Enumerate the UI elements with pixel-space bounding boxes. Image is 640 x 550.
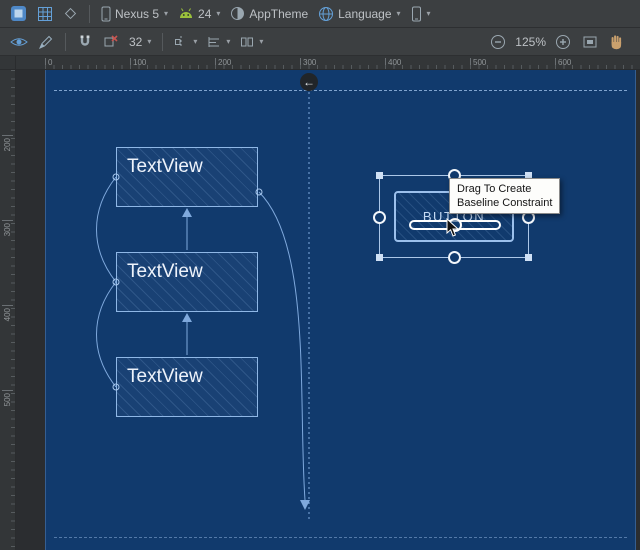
guideline-anchor[interactable]: ← — [300, 73, 318, 91]
toolbar-separator — [89, 4, 90, 23]
textview-label: TextView — [127, 366, 203, 387]
zoom-out-button[interactable] — [486, 31, 510, 53]
fit-screen-icon — [582, 34, 598, 50]
brush-icon — [38, 34, 54, 50]
globe-icon — [318, 6, 334, 22]
tooltip: Drag To Create Baseline Constraint — [449, 178, 561, 214]
language-selector[interactable]: Language ▾ — [314, 3, 404, 25]
textview-label: TextView — [127, 261, 203, 282]
constraint-anchor-bottom[interactable] — [448, 251, 461, 264]
api-level-label: 24 — [198, 6, 212, 21]
device-selector-label: Nexus 5 — [115, 6, 160, 21]
autoconnect-button[interactable] — [73, 31, 97, 53]
align-icon — [207, 35, 221, 49]
pan-button[interactable] — [605, 31, 628, 53]
zoom-out-icon — [490, 34, 506, 50]
chevron-down-icon: ▾ — [426, 8, 431, 18]
design-surface-icon — [10, 5, 27, 22]
magnet-icon — [77, 34, 93, 49]
default-margin-selector[interactable]: 32 ▾ — [125, 31, 155, 53]
phone-icon — [101, 6, 111, 22]
constraint-anchor-left[interactable] — [373, 210, 386, 224]
theme-icon — [230, 6, 245, 21]
tooltip-line-1: Drag To Create — [457, 183, 532, 195]
android-icon — [178, 7, 194, 20]
eye-icon — [10, 35, 28, 49]
zoom-in-icon — [555, 34, 571, 50]
chevron-down-icon: ▾ — [396, 8, 401, 18]
view-options-button[interactable] — [6, 31, 32, 53]
phone-portrait-icon — [411, 6, 422, 22]
design-toolbar: Nexus 5 ▾ 24 ▾ AppTheme Language ▾ ▾ — [0, 0, 640, 28]
textview-widget-2[interactable]: TextView — [116, 252, 258, 312]
editor-toolbar: 32 ▾ ▾ ▾ ▾ 125% — [0, 28, 640, 56]
grid-icon — [37, 6, 53, 22]
clear-constraints-button[interactable] — [99, 31, 123, 53]
top-margin-guide — [54, 90, 627, 91]
resize-handle[interactable] — [376, 172, 383, 179]
resize-handle[interactable] — [525, 254, 532, 261]
diamond-icon — [63, 6, 78, 21]
screen-bottom-edge — [54, 537, 627, 538]
design-canvas: ← TextView TextView TextView BUTTON Drag… — [16, 70, 640, 550]
zoom-level-label: 125% — [515, 34, 546, 49]
blueprint-canvas[interactable]: ← TextView TextView TextView BUTTON Drag… — [45, 70, 636, 550]
pack-menu-button[interactable]: ▾ — [236, 31, 267, 53]
zoom-controls: 125% — [486, 31, 634, 53]
zoom-in-button[interactable] — [551, 31, 575, 53]
theme-label: AppTheme — [249, 6, 309, 21]
ruler-corner — [0, 56, 16, 70]
chevron-down-icon: ▾ — [226, 36, 231, 46]
toolbar-separator — [65, 32, 66, 51]
device-selector[interactable]: Nexus 5 ▾ — [97, 3, 172, 25]
textview-label: TextView — [127, 156, 203, 177]
orientation-variant-button[interactable] — [59, 3, 82, 25]
zoom-fit-button[interactable] — [578, 31, 602, 53]
chevron-down-icon: ▾ — [147, 36, 152, 46]
default-margin-value: 32 — [129, 34, 143, 49]
chevron-down-icon: ▾ — [216, 8, 221, 18]
design-surface-button[interactable] — [6, 3, 31, 25]
tooltip-line-2: Baseline Constraint — [457, 197, 553, 209]
toolbar-separator — [162, 32, 164, 51]
chevron-down-icon: ▾ — [193, 36, 198, 46]
guidelines-menu-button[interactable]: ▾ — [170, 31, 201, 53]
blueprint-mode-button[interactable] — [33, 3, 57, 25]
mouse-cursor-icon — [446, 218, 460, 237]
chevron-down-icon: ▾ — [259, 36, 264, 46]
blueprint-paint-button[interactable] — [34, 31, 58, 53]
vertical-ruler: 200 300 400 500 — [0, 70, 16, 550]
align-menu-button[interactable]: ▾ — [203, 31, 234, 53]
clear-constraints-icon — [103, 34, 119, 49]
pack-icon — [240, 35, 254, 49]
resize-handle[interactable] — [376, 254, 383, 261]
horizontal-ruler: 0 100 200 300 400 500 600 — [16, 56, 640, 70]
textview-widget-3[interactable]: TextView — [116, 357, 258, 417]
hand-icon — [609, 34, 624, 50]
textview-widget-1[interactable]: TextView — [116, 147, 258, 207]
guideline-icon — [174, 35, 188, 49]
device-orientation-selector[interactable]: ▾ — [407, 3, 435, 25]
theme-selector[interactable]: AppTheme — [226, 3, 312, 25]
language-label: Language — [338, 6, 392, 21]
back-arrow-icon: ← — [303, 75, 315, 89]
api-level-selector[interactable]: 24 ▾ — [174, 3, 224, 25]
chevron-down-icon: ▾ — [164, 8, 169, 18]
